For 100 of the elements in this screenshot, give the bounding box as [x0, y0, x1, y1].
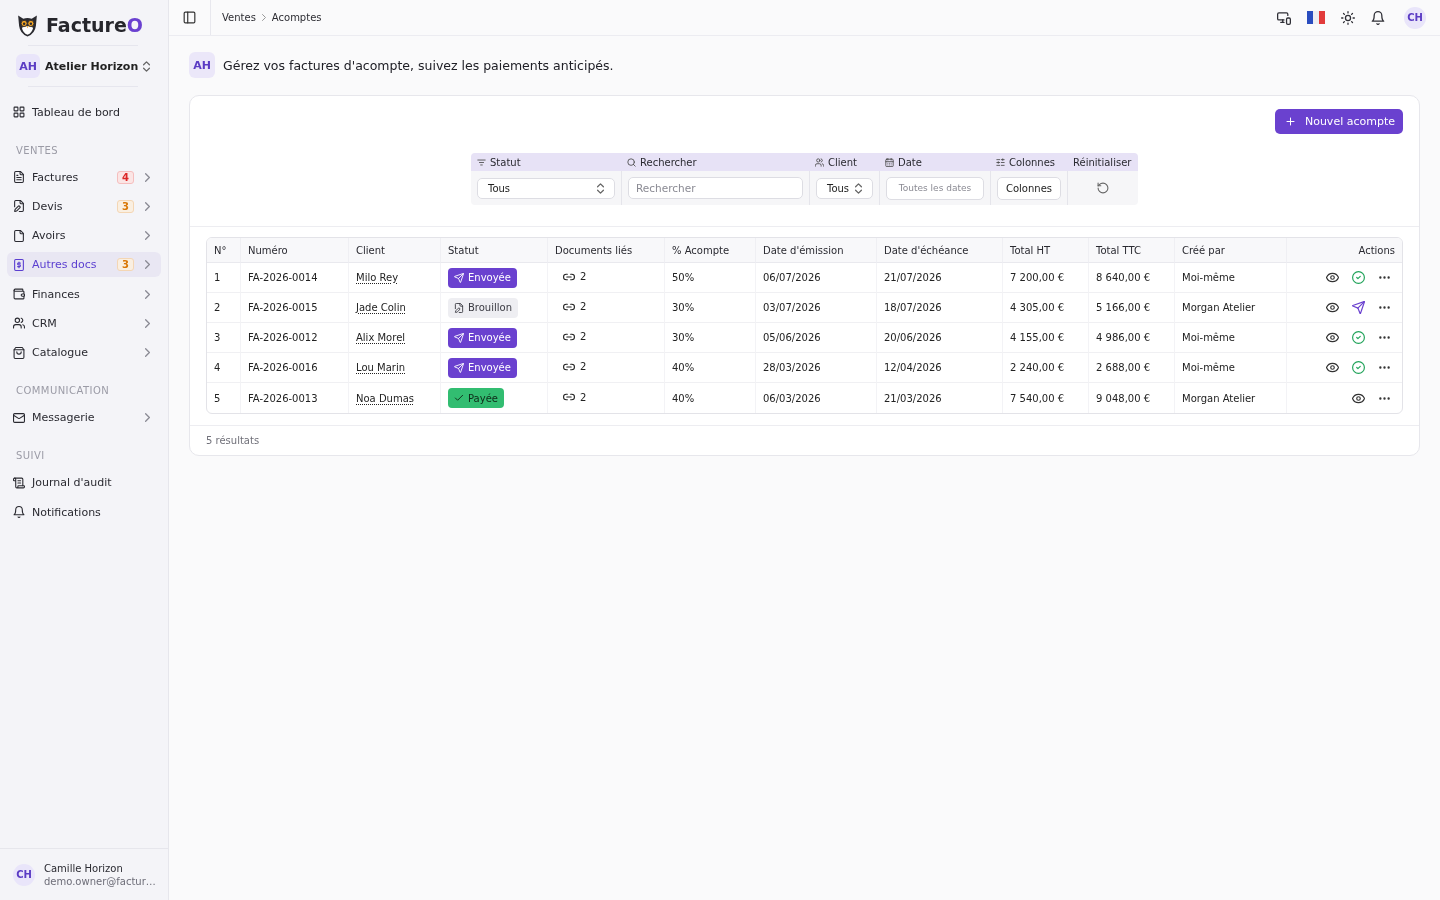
- nav-item[interactable]: Notifications: [7, 499, 161, 525]
- user-avatar[interactable]: CH: [1404, 6, 1426, 29]
- scroll-icon: [13, 476, 25, 489]
- owl-logo-icon: [17, 14, 38, 37]
- table-cell: 4 155,00 €: [1003, 323, 1089, 353]
- column-header: Actions: [1287, 238, 1402, 263]
- workspace-avatar: AH: [16, 54, 40, 78]
- filter-label: Date: [898, 156, 922, 168]
- check-circle-icon[interactable]: [1352, 361, 1365, 374]
- linked-docs-button[interactable]: 2: [555, 391, 587, 403]
- check-circle-icon[interactable]: [1352, 271, 1365, 284]
- table-cell: 05/06/2026: [756, 323, 877, 353]
- table-cell: 4 986,00 €: [1089, 323, 1175, 353]
- check-circle-icon[interactable]: [1352, 331, 1365, 344]
- client-link[interactable]: Lou Marin: [356, 362, 405, 373]
- bell-icon[interactable]: [1371, 10, 1385, 25]
- search-icon: [627, 157, 636, 167]
- table-cell: 2: [207, 293, 241, 323]
- table-cell: 30%: [665, 293, 756, 323]
- search-field[interactable]: Rechercher: [628, 177, 803, 199]
- france-flag-icon[interactable]: [1307, 11, 1325, 24]
- table-cell: 03/07/2026: [756, 293, 877, 323]
- nav-item[interactable]: Journal d'audit: [7, 470, 161, 496]
- dropdown[interactable]: Tous: [477, 177, 615, 199]
- wallet-icon: [13, 288, 25, 301]
- chevrons-up-down-icon: [143, 60, 151, 72]
- devices-icon[interactable]: [1277, 10, 1291, 25]
- status-label: Payée: [468, 392, 498, 404]
- filter-label: Colonnes: [1009, 156, 1056, 168]
- shopping-bag-icon: [13, 346, 25, 359]
- chevrons-up-down-icon: [855, 182, 862, 194]
- eye-icon[interactable]: [1326, 271, 1339, 284]
- chevron-right-icon: [261, 14, 266, 21]
- client-link[interactable]: Jade Colin: [356, 302, 406, 313]
- plus-icon: [1284, 116, 1296, 127]
- table-cell: 40%: [665, 353, 756, 383]
- sun-icon[interactable]: [1341, 10, 1355, 25]
- linked-docs-button[interactable]: 2: [555, 270, 587, 283]
- column-header: Client: [349, 238, 441, 263]
- document-icon: [13, 171, 25, 183]
- eye-icon[interactable]: [1352, 391, 1365, 405]
- count-badge: 4: [117, 170, 134, 184]
- eye-icon[interactable]: [1326, 301, 1339, 314]
- client-link[interactable]: Alix Morel: [356, 332, 406, 343]
- eye-icon[interactable]: [1326, 361, 1339, 374]
- paper-plane-icon[interactable]: [1352, 301, 1365, 314]
- new-deposit-button[interactable]: Nouvel acompte: [1274, 109, 1403, 134]
- date-picker[interactable]: Toutes les dates: [886, 176, 984, 200]
- link-icon: [563, 391, 575, 403]
- columns-button[interactable]: Colonnes: [997, 176, 1061, 200]
- filter-label: Statut: [490, 156, 521, 168]
- column-header: Total HT: [1003, 238, 1089, 263]
- status-label: Envoyée: [468, 332, 511, 343]
- table-cell: FA-2026-0016: [241, 353, 349, 383]
- filter-label: Réinitialiser: [1073, 156, 1132, 168]
- user-email: demo.owner@factur…: [44, 874, 155, 888]
- nav-item[interactable]: Factures 4: [7, 164, 161, 190]
- table-cell: 30%: [665, 323, 756, 353]
- nav-item[interactable]: Avoirs: [7, 223, 161, 249]
- column-header: N°: [207, 238, 241, 263]
- table-cell: Morgan Atelier: [1175, 383, 1287, 413]
- nav-item[interactable]: CRM: [7, 311, 161, 336]
- table-cell: 06/07/2026: [756, 263, 877, 293]
- column-header: Documents liés: [548, 238, 665, 263]
- section-label: VENTES: [15, 143, 60, 158]
- table-cell: Moi-même: [1175, 263, 1287, 293]
- columns-icon: [996, 157, 1005, 167]
- client-link[interactable]: Noa Dumas: [356, 392, 415, 404]
- filter-icon: [477, 157, 486, 167]
- circular-arrow-icon[interactable]: [1097, 182, 1109, 194]
- panel-icon[interactable]: [183, 11, 196, 24]
- nav-item[interactable]: Messagerie: [7, 405, 161, 431]
- mail-icon: [13, 411, 25, 424]
- workspace-switcher[interactable]: AH Atelier Horizon: [0, 54, 168, 78]
- linked-docs-button[interactable]: 2: [555, 300, 587, 313]
- nav-item[interactable]: Catalogue: [7, 340, 161, 366]
- table-cell: 7 200,00 €: [1003, 263, 1089, 293]
- linked-docs-button[interactable]: 2: [555, 360, 587, 373]
- filter-label: Client: [828, 156, 857, 168]
- nav-item[interactable]: Autres docs 3: [7, 252, 161, 278]
- document-pen-icon: [13, 200, 25, 213]
- eye-icon[interactable]: [1326, 331, 1339, 344]
- users-icon: [13, 317, 25, 330]
- users-icon: [815, 157, 824, 167]
- table-cell: 2 240,00 €: [1003, 353, 1089, 383]
- count-badge: 3: [117, 199, 134, 213]
- dropdown[interactable]: Tous: [816, 177, 873, 199]
- linked-docs-button[interactable]: 2: [555, 330, 587, 343]
- nav-item[interactable]: Tableau de bord: [7, 99, 161, 125]
- nav-item[interactable]: Devis 3: [7, 193, 161, 219]
- breadcrumb-link[interactable]: Ventes: [222, 12, 256, 23]
- section-label: COMMUNICATION: [15, 384, 111, 399]
- client-link[interactable]: Milo Rey: [356, 272, 399, 283]
- check-icon: [454, 393, 464, 403]
- table-cell: 9 048,00 €: [1089, 383, 1175, 413]
- section-label: SUIVI: [15, 449, 46, 464]
- user-avatar: CH: [13, 863, 35, 886]
- column-header: Total TTC: [1089, 238, 1175, 263]
- table-cell: 5: [207, 383, 241, 413]
- nav-item[interactable]: Finances: [7, 281, 161, 307]
